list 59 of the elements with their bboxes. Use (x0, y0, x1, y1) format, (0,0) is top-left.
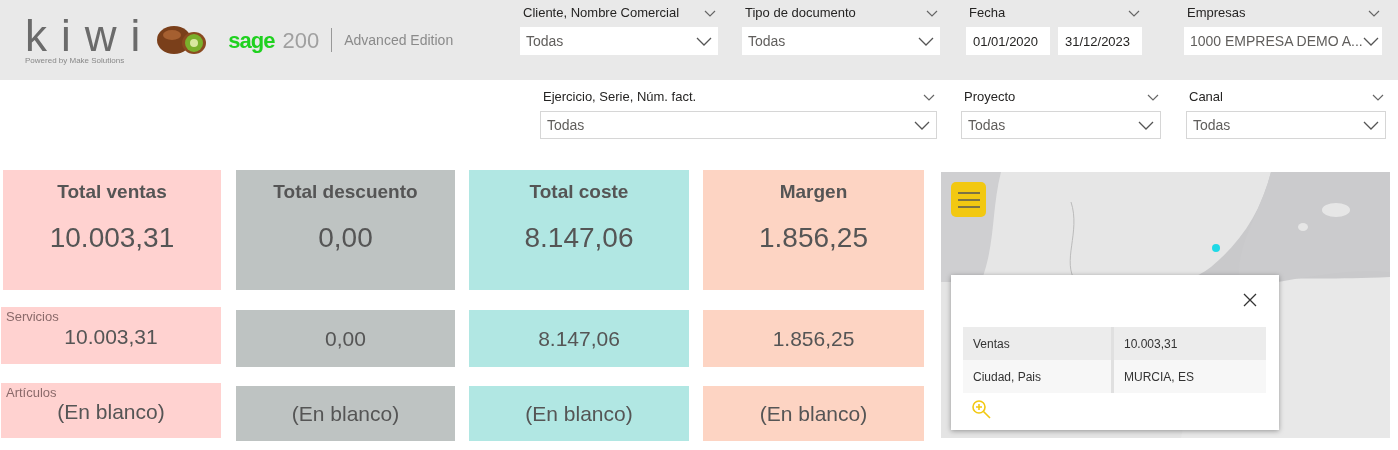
breakdown-value: 1.856,25 (772, 325, 855, 352)
metric-title: Total ventas (57, 180, 167, 204)
filter-label: Empresas (1187, 4, 1246, 23)
close-icon (1243, 293, 1257, 307)
chevron-icon (704, 9, 716, 17)
popup-field: Ciudad, Pais (963, 360, 1114, 393)
filter-label: Fecha (969, 4, 1006, 23)
breakdown-value: (En blanco) (759, 400, 868, 427)
breakdown-value: (En blanco) (291, 400, 400, 427)
chevron-icon (918, 36, 934, 46)
filter-label: Proyecto (964, 88, 1016, 107)
version-label: 200 (282, 26, 320, 55)
edition-label: Advanced Edition (344, 30, 454, 50)
chevron-icon (696, 36, 712, 46)
dropdown[interactable]: Todas (742, 27, 940, 55)
filter-label: Canal (1189, 88, 1223, 107)
brand-logo: sage (228, 26, 275, 55)
menu-button[interactable] (951, 182, 986, 217)
dropdown[interactable]: Todas (520, 27, 718, 55)
chevron-icon (1138, 120, 1154, 130)
metric-value: 0,00 (318, 220, 373, 255)
chevron-icon (923, 93, 935, 101)
metric-title: Margen (779, 180, 848, 204)
filter-label: Cliente, Nombre Comercial (523, 4, 680, 23)
chevron-icon (1368, 9, 1380, 17)
metric-title: Total coste (529, 180, 629, 204)
menu-icon (957, 190, 980, 209)
row-label: Servicios (6, 308, 59, 326)
breakdown-value: 0,00 (325, 325, 366, 352)
popup-value: MURCIA, ES (1123, 368, 1194, 386)
close-button[interactable] (1241, 291, 1259, 309)
zoom-in-icon[interactable] (972, 400, 991, 419)
dropdown[interactable]: 1000 EMPRESA DEMO A... (1184, 27, 1382, 55)
dropdown[interactable]: Todas (961, 111, 1161, 139)
metric-value: 10.003,31 (49, 220, 175, 255)
filter-label: Ejercicio, Serie, Núm. fact. (543, 88, 697, 107)
metric-value: 1.856,25 (759, 220, 868, 255)
dropdown[interactable]: Todas (1186, 111, 1386, 139)
filter-label: Tipo de documento (745, 4, 856, 23)
chevron-icon (926, 9, 938, 17)
logo-wordmark: kiwi (25, 15, 155, 56)
metric-value: 8.147,06 (524, 220, 634, 255)
logo-tagline: Powered by Make Solutions (25, 55, 125, 65)
metric-title: Total descuento (273, 180, 418, 204)
date-field[interactable]: 01/01/2020 (966, 27, 1050, 55)
breakdown-value: (En blanco) (57, 398, 165, 425)
chevron-icon (1363, 120, 1379, 130)
breakdown-value: 8.147,06 (538, 325, 620, 352)
breakdown-value: (En blanco) (525, 400, 633, 427)
chevron-icon (1372, 93, 1384, 101)
date-field[interactable]: 31/12/2023 (1058, 27, 1142, 55)
dropdown[interactable]: Todas (540, 111, 937, 139)
popup-value: 10.003,31 (1123, 335, 1178, 353)
row-label: Artículos (6, 384, 57, 402)
chevron-icon (914, 120, 930, 130)
breakdown-value: 10.003,31 (64, 323, 158, 350)
chevron-icon (1362, 36, 1379, 46)
chevron-icon (1147, 93, 1159, 101)
chevron-icon (1128, 9, 1140, 17)
